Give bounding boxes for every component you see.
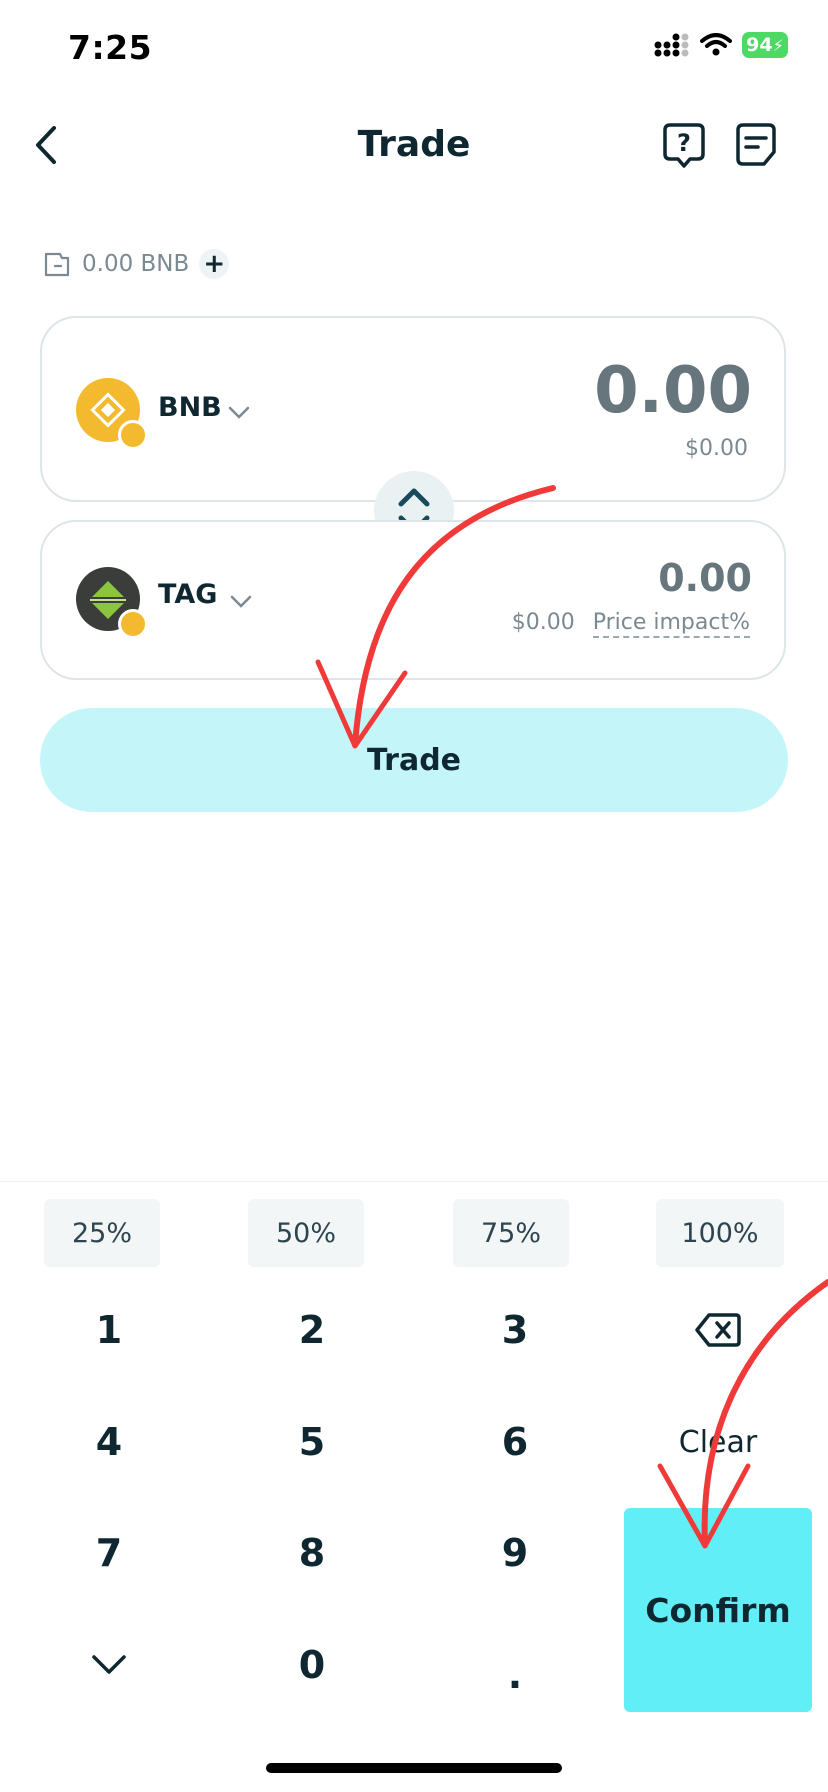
key-9[interactable]: 9 <box>435 1508 595 1598</box>
key-3[interactable]: 3 <box>435 1285 595 1375</box>
hide-keypad-key[interactable] <box>29 1620 189 1710</box>
from-token-symbol: BNB <box>158 392 222 423</box>
key-1[interactable]: 1 <box>29 1285 189 1375</box>
help-icon: ? <box>663 123 705 168</box>
svg-text:?: ? <box>677 129 691 157</box>
percent-75-button[interactable]: 75% <box>453 1199 569 1267</box>
chevron-down-icon <box>230 595 252 608</box>
wallet-balance: 0.00 BNB + <box>42 249 230 279</box>
status-time: 7:25 <box>68 28 153 67</box>
to-token-selector[interactable]: TAG <box>76 567 276 639</box>
percent-50-button[interactable]: 50% <box>248 1199 364 1267</box>
chevron-down-icon <box>92 1655 126 1674</box>
backspace-icon <box>695 1313 741 1347</box>
home-indicator <box>266 1763 562 1773</box>
key-decimal[interactable]: . <box>435 1630 595 1720</box>
percent-25-button[interactable]: 25% <box>44 1199 160 1267</box>
to-token-card[interactable]: TAG 0.00 $0.00 Price impact% <box>40 520 786 680</box>
charging-icon: ⚡ <box>772 35 784 55</box>
battery-level: 94 <box>746 34 773 56</box>
chain-badge-icon <box>118 609 148 639</box>
add-funds-button[interactable]: + <box>199 249 230 279</box>
to-token-symbol: TAG <box>158 579 218 610</box>
to-details: $0.00 Price impact% <box>512 610 750 638</box>
key-5[interactable]: 5 <box>232 1397 392 1487</box>
chain-badge-icon <box>118 420 148 450</box>
signal-icon <box>654 33 689 57</box>
from-token-selector[interactable]: BNB <box>76 378 276 450</box>
trade-button[interactable]: Trade <box>40 708 788 812</box>
percent-100-button[interactable]: 100% <box>656 1199 784 1267</box>
price-impact-link[interactable]: Price impact% <box>592 610 750 638</box>
keypad-divider <box>0 1181 828 1182</box>
to-usd-value: $0.00 <box>511 610 575 635</box>
notes-button[interactable] <box>734 122 778 168</box>
clear-key[interactable]: Clear <box>638 1397 798 1487</box>
from-usd-value: $0.00 <box>685 436 748 461</box>
wallet-icon <box>44 252 70 277</box>
confirm-button[interactable]: Confirm <box>624 1508 812 1712</box>
to-amount: 0.00 <box>658 556 752 600</box>
notes-icon <box>736 123 776 166</box>
battery-indicator: 94 ⚡ <box>742 32 788 58</box>
key-0[interactable]: 0 <box>232 1620 392 1710</box>
key-8[interactable]: 8 <box>232 1508 392 1598</box>
from-amount[interactable]: 0.00 <box>594 354 752 428</box>
help-button[interactable]: ? <box>662 122 706 170</box>
key-4[interactable]: 4 <box>29 1397 189 1487</box>
chevron-down-icon <box>228 406 250 419</box>
status-icons: 94 ⚡ <box>654 32 788 58</box>
key-7[interactable]: 7 <box>29 1508 189 1598</box>
balance-text: 0.00 BNB <box>82 251 190 277</box>
key-6[interactable]: 6 <box>435 1397 595 1487</box>
backspace-key[interactable] <box>638 1285 798 1375</box>
key-2[interactable]: 2 <box>232 1285 392 1375</box>
wifi-icon <box>700 33 732 56</box>
